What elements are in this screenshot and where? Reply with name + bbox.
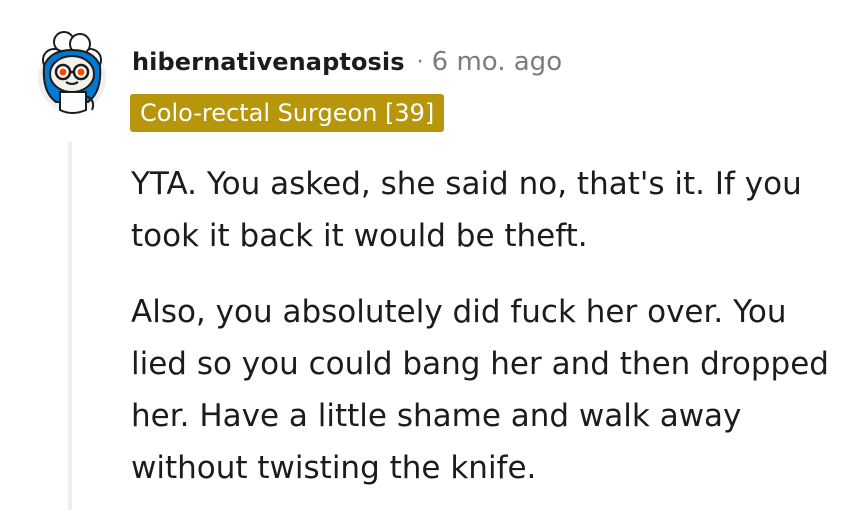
username-link[interactable]: hibernativenaptosis <box>132 48 405 76</box>
meta-separator: · <box>416 49 424 75</box>
user-avatar[interactable] <box>34 30 110 116</box>
thread-line[interactable] <box>68 142 72 510</box>
comment-body: YTA. You asked, she said no, that's it. … <box>131 158 851 494</box>
snoo-avatar-icon <box>38 31 106 114</box>
user-flair: Colo-rectal Surgeon [39] <box>130 94 445 132</box>
comment-paragraph: Also, you absolutely did fuck her over. … <box>131 294 829 486</box>
comment-paragraph: YTA. You asked, she said no, that's it. … <box>131 166 802 254</box>
comment-header: hibernativenaptosis · 6 mo. ago <box>132 44 562 80</box>
comment-timestamp[interactable]: 6 mo. ago <box>432 47 562 77</box>
